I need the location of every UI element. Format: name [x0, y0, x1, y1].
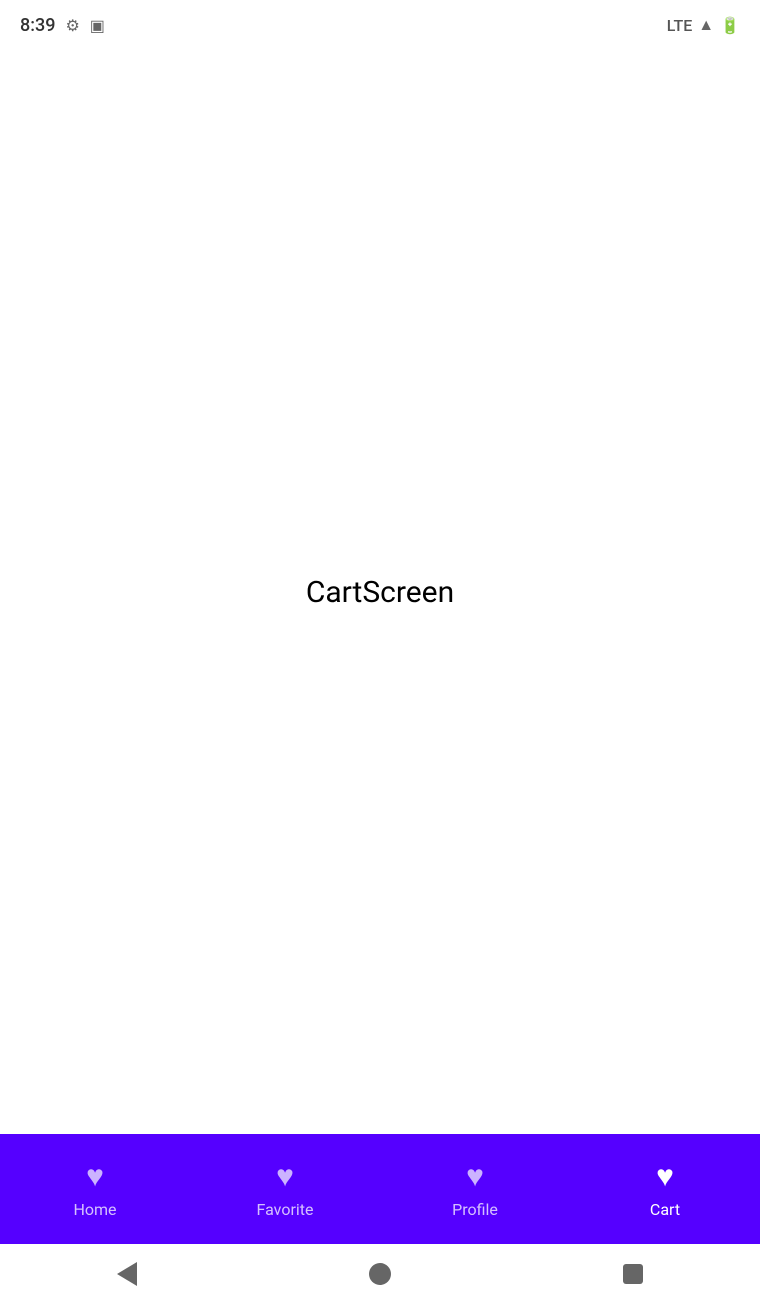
phone-frame: 8:39 ⚙ ▣ LTE ▲ 🔋 CartScreen ♥ Home ♥ Fav… [0, 0, 760, 1304]
settings-icon: ⚙ [65, 16, 79, 35]
nav-item-favorite[interactable]: ♥ Favorite [190, 1134, 380, 1244]
battery-icon: 🔋 [720, 16, 740, 35]
sim-icon: ▣ [90, 16, 105, 35]
nav-item-profile[interactable]: ♥ Profile [380, 1134, 570, 1244]
nav-item-cart[interactable]: ♥ Cart [570, 1134, 760, 1244]
status-bar-right: LTE ▲ 🔋 [667, 15, 740, 35]
home-button[interactable] [355, 1249, 405, 1299]
nav-label-cart: Cart [650, 1200, 680, 1219]
cart-heart-icon: ♥ [656, 1159, 674, 1194]
back-button[interactable] [102, 1249, 152, 1299]
screen-label: CartScreen [306, 575, 454, 610]
signal-icon: ▲ [698, 15, 714, 35]
nav-label-profile: Profile [452, 1200, 498, 1219]
main-content: CartScreen [0, 50, 760, 1134]
recents-icon [623, 1264, 643, 1284]
android-nav-bar [0, 1244, 760, 1304]
favorite-heart-icon: ♥ [276, 1159, 294, 1194]
home-heart-icon: ♥ [86, 1159, 104, 1194]
back-icon [117, 1262, 137, 1286]
status-time: 8:39 [20, 15, 55, 36]
nav-label-favorite: Favorite [257, 1200, 314, 1219]
status-bar-left: 8:39 ⚙ ▣ [20, 15, 105, 36]
home-icon [369, 1263, 391, 1285]
nav-label-home: Home [73, 1200, 116, 1219]
profile-heart-icon: ♥ [466, 1159, 484, 1194]
recents-button[interactable] [608, 1249, 658, 1299]
bottom-nav: ♥ Home ♥ Favorite ♥ Profile ♥ Cart [0, 1134, 760, 1244]
status-bar: 8:39 ⚙ ▣ LTE ▲ 🔋 [0, 0, 760, 50]
lte-label: LTE [667, 16, 692, 35]
nav-item-home[interactable]: ♥ Home [0, 1134, 190, 1244]
